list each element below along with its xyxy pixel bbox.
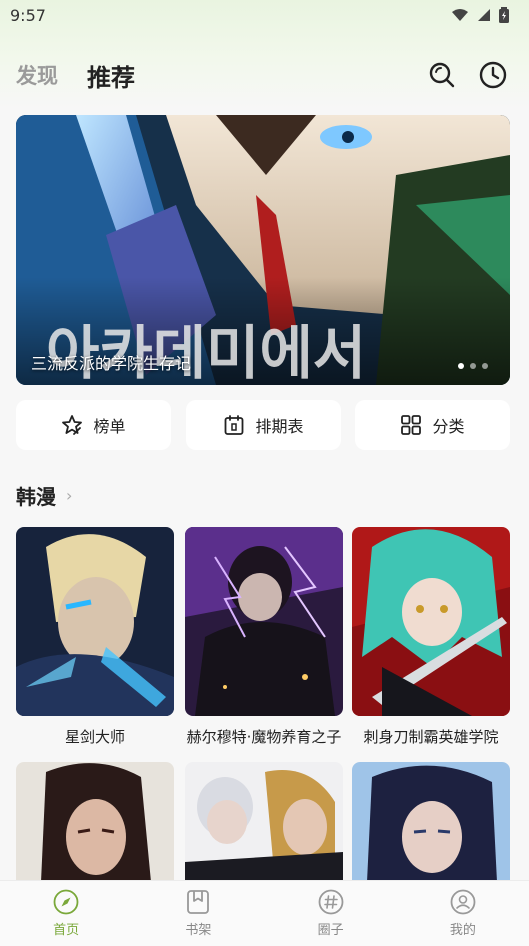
banner-dot[interactable] — [470, 363, 476, 369]
nav-home[interactable]: 首页 — [0, 881, 132, 946]
signal-icon — [478, 9, 490, 21]
search-icon[interactable] — [427, 60, 457, 90]
schedule-button[interactable]: 排期表 — [186, 400, 341, 450]
nav-bookshelf-label: 书架 — [185, 923, 212, 938]
comic-cover — [352, 527, 510, 716]
comic-title: 刺身刀制霸英雄学院 — [363, 728, 499, 746]
ranking-button[interactable]: 榜单 — [16, 400, 171, 450]
banner-dot[interactable] — [482, 363, 488, 369]
status-bar: 9:57 — [0, 0, 529, 30]
comic-card[interactable]: 赫尔穆特·魔物养育之子 — [185, 527, 343, 747]
comic-card[interactable]: 刺身刀制霸英雄学院 — [352, 527, 510, 747]
cover-art — [16, 762, 174, 882]
cover-art — [352, 762, 510, 882]
bottom-navigation: 首页 书架 圈子 我的 — [0, 880, 529, 946]
calendar-icon — [225, 415, 244, 435]
tab-recommend[interactable]: 推荐 — [87, 58, 135, 93]
status-time: 9:57 — [10, 5, 46, 25]
nav-community-label: 圈子 — [317, 923, 344, 938]
section-title: 韩漫 — [16, 484, 56, 509]
user-icon — [450, 889, 476, 915]
grid-icon — [401, 415, 422, 435]
banner-dot[interactable] — [458, 363, 464, 369]
comic-card[interactable] — [352, 762, 510, 882]
top-header: 发现 推荐 — [0, 50, 529, 100]
category-label: 分类 — [432, 417, 465, 436]
bookmark-icon — [187, 890, 210, 914]
comic-cover — [185, 527, 343, 716]
hashtag-icon — [318, 889, 344, 915]
tab-discover[interactable]: 发现 — [16, 60, 58, 90]
star-badge-icon — [62, 415, 83, 435]
featured-banner[interactable]: 아카데미에서 三流反派的学院生存记 — [16, 115, 510, 385]
comic-cover — [16, 527, 174, 716]
status-icons — [451, 7, 509, 23]
chevron-right-icon: › — [66, 485, 73, 505]
comic-title: 星剑大师 — [64, 728, 125, 746]
schedule-label: 排期表 — [255, 417, 304, 436]
comic-cover — [185, 762, 343, 882]
category-button[interactable]: 分类 — [355, 400, 510, 450]
history-icon[interactable] — [478, 60, 508, 90]
comic-card[interactable]: 星剑大师 — [16, 527, 174, 747]
banner-pagination — [458, 363, 488, 369]
ranking-label: 榜单 — [93, 417, 126, 436]
section-korean-comics-header[interactable]: 韩漫 › — [16, 480, 72, 510]
nav-bookshelf[interactable]: 书架 — [132, 881, 264, 946]
comic-card[interactable] — [16, 762, 174, 882]
nav-home-label: 首页 — [53, 923, 80, 938]
cover-art — [352, 527, 510, 716]
compass-icon — [53, 889, 79, 915]
cover-art — [16, 527, 174, 716]
wifi-icon — [452, 9, 468, 21]
cover-art — [185, 762, 343, 882]
comic-cover — [352, 762, 510, 882]
cover-art — [185, 527, 343, 716]
comic-card[interactable] — [185, 762, 343, 882]
nav-profile-label: 我的 — [449, 923, 476, 938]
banner-title: 三流反派的学院生存记 — [31, 354, 192, 373]
banner-illustration: 아카데미에서 — [16, 115, 510, 385]
comic-cover — [16, 762, 174, 882]
nav-profile[interactable]: 我的 — [397, 881, 529, 946]
battery-icon — [499, 7, 509, 23]
nav-community[interactable]: 圈子 — [265, 881, 397, 946]
comic-title: 赫尔穆特·魔物养育之子 — [186, 728, 342, 746]
